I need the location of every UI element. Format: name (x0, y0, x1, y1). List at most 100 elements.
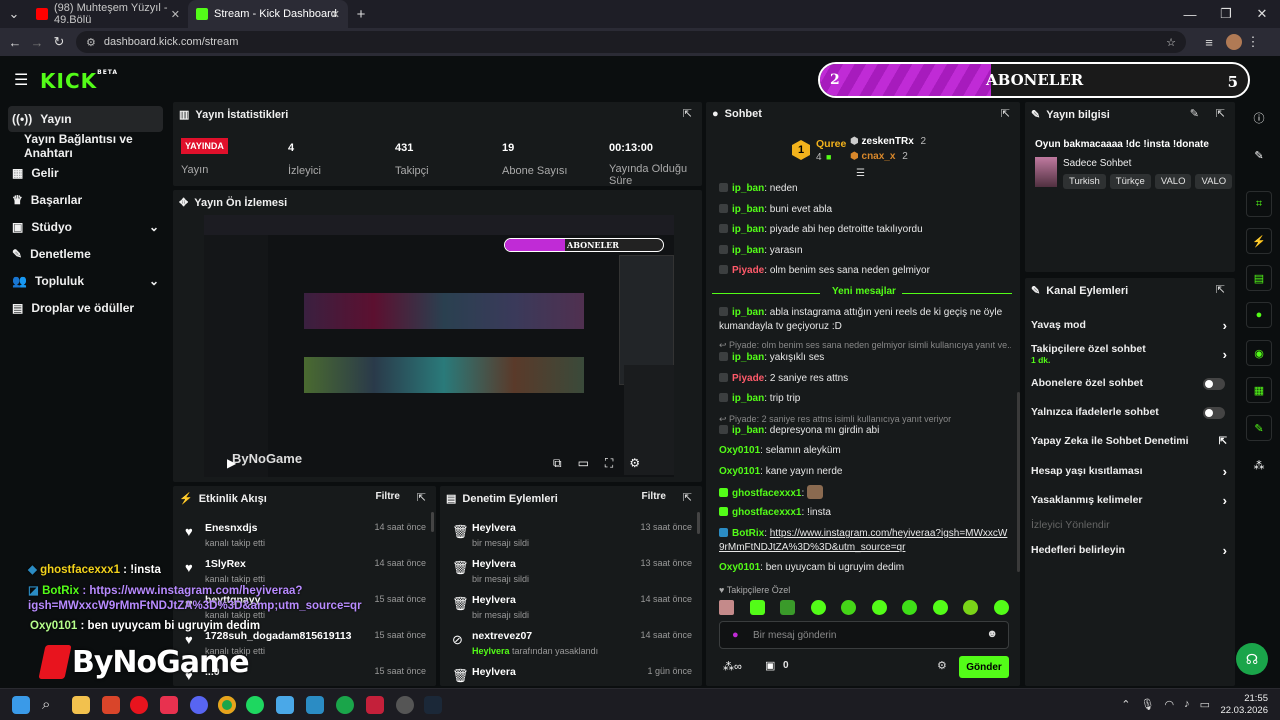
battery-icon[interactable]: ▭ (1200, 698, 1210, 711)
chat-user[interactable]: Oxy0101 (719, 445, 760, 456)
scrollbar[interactable] (697, 512, 700, 534)
emote-icon[interactable] (841, 600, 857, 615)
profile-avatar[interactable] (1226, 34, 1242, 50)
row-name[interactable]: Enesnxdjs (205, 522, 258, 534)
popout-icon[interactable]: ⇱ (683, 107, 692, 120)
tag[interactable]: VALO (1154, 174, 1192, 189)
steam-icon[interactable] (424, 696, 442, 714)
info-icon[interactable]: ⓘ (1246, 105, 1272, 131)
stream-video[interactable]: ABONELER ByNoGame (204, 215, 674, 477)
action-banned-words[interactable]: Yasaklanmış kelimeler › (1031, 493, 1227, 508)
clip-icon[interactable]: ⌗ (1246, 191, 1272, 217)
row-sub-user[interactable]: Heylvera (472, 646, 510, 656)
sidebar-item-stream[interactable]: ((•)) Yayın (8, 106, 163, 132)
lightning-icon[interactable]: ⚡ (1246, 228, 1272, 254)
chat-user[interactable]: ip_ban (732, 307, 764, 318)
broadcast-icon[interactable]: ◉ (1246, 340, 1272, 366)
action-goals[interactable]: Hedefleri belirleyin › (1031, 543, 1227, 558)
wifi-icon[interactable]: ◠ (1164, 698, 1174, 711)
emote-icon[interactable] (993, 600, 1009, 615)
fullscreen-icon[interactable]: ⛶ (605, 456, 613, 471)
category-name[interactable]: Sadece Sohbet (1063, 158, 1131, 169)
close-icon[interactable]: ✕ (171, 8, 180, 21)
chat-bubble-icon[interactable]: ● (1246, 302, 1272, 328)
reload-icon[interactable]: ↻ (48, 34, 70, 50)
app-icon[interactable] (336, 696, 354, 714)
tray-chevron-icon[interactable]: ⌃ (1121, 698, 1130, 711)
volume-icon[interactable]: ♪ (1184, 698, 1190, 711)
mic-icon[interactable]: 🎙 (1141, 698, 1155, 711)
edit-icon[interactable]: ✎ (1246, 142, 1272, 168)
sidebar-item-achievements[interactable]: ♛ Başarılar (8, 187, 163, 213)
chat-user[interactable]: BotRix (732, 528, 764, 539)
send-button[interactable]: Gönder (959, 656, 1009, 678)
chat-user[interactable]: ip_ban (732, 352, 764, 363)
maximize-icon[interactable]: ❐ (1208, 6, 1244, 22)
scrollbar[interactable] (431, 512, 434, 532)
leader-name[interactable]: zeskenTRx (862, 136, 914, 147)
media-icon[interactable]: ≡ (1198, 35, 1220, 50)
app-icon[interactable] (276, 696, 294, 714)
kick-logo[interactable]: KICKBETA (40, 69, 118, 93)
row-name[interactable]: Heylvera (472, 666, 516, 678)
tag[interactable]: Turkish (1063, 174, 1106, 189)
browser-menu-icon[interactable]: ⋮ (1242, 34, 1264, 50)
sidebar-item-revenue[interactable]: ▦ Gelir (8, 160, 163, 186)
window-close-icon[interactable]: ✕ (1244, 6, 1280, 22)
emoji-icon[interactable]: ☻ (986, 628, 998, 640)
leader-name[interactable]: cnax_x (862, 151, 896, 162)
wrench-icon[interactable]: ✎ (1246, 415, 1272, 441)
popout-icon[interactable]: ⇱ (1216, 107, 1225, 120)
emote-icon[interactable] (749, 600, 765, 615)
app-icon[interactable] (102, 696, 120, 714)
mic-icon[interactable]: ● (732, 629, 739, 641)
popout-icon[interactable]: ⇱ (417, 491, 426, 504)
chat-user[interactable]: Piyade (732, 265, 764, 276)
emote-icon[interactable] (719, 600, 734, 615)
close-icon[interactable]: ✕ (331, 8, 340, 21)
gift-box-icon[interactable]: ▣ (765, 659, 775, 672)
notes-icon[interactable]: ▤ (1246, 265, 1272, 291)
app-icon[interactable] (306, 696, 324, 714)
new-tab-button[interactable]: + (348, 6, 374, 23)
settings-gear-icon[interactable]: ⚙ (629, 456, 640, 471)
chat-user[interactable]: ip_ban (732, 245, 764, 256)
action-ai-moderation[interactable]: Yapay Zeka ile Sohbet Denetimi ⇱ (1031, 435, 1227, 447)
chat-user[interactable]: ghostfacexxx1 (732, 507, 801, 518)
filter-button[interactable]: Filtre (376, 491, 400, 502)
row-name[interactable]: nextrevez07 (472, 630, 532, 642)
clock[interactable]: 21:55 22.03.2026 (1220, 693, 1268, 717)
pip-icon[interactable]: ⧉ (553, 456, 562, 471)
row-name[interactable]: Heylvera (472, 522, 516, 534)
spotify-icon[interactable] (246, 696, 264, 714)
app-icon[interactable] (366, 696, 384, 714)
chat-settings-icon[interactable]: ⚙ (937, 659, 947, 672)
chat-user[interactable]: ip_ban (732, 183, 764, 194)
action-slow-mode[interactable]: Yavaş mod › (1031, 318, 1227, 333)
emote-only-toggle[interactable] (1203, 407, 1225, 419)
chat-user[interactable]: ghostfacexxx1 (732, 488, 801, 499)
play-icon[interactable]: ▶ (227, 456, 236, 470)
url-field[interactable]: ⚙ dashboard.kick.com/stream ☆ (76, 31, 1186, 53)
tag[interactable]: VALO (1195, 174, 1233, 189)
sidebar-item-community[interactable]: 👥 Topluluk ⌄ (8, 268, 163, 294)
back-icon[interactable]: ← (4, 35, 26, 50)
emote-icon[interactable] (902, 600, 918, 615)
forward-icon[interactable]: → (26, 35, 48, 50)
sidebar-item-moderation[interactable]: ✎ Denetleme (8, 241, 163, 267)
sub-only-toggle[interactable] (1203, 378, 1225, 390)
sidebar-item-drops[interactable]: ▤ Droplar ve ödüller (8, 295, 163, 321)
popout-icon[interactable]: ⇱ (683, 491, 692, 504)
row-name[interactable]: Heylvera (472, 558, 516, 570)
chat-user[interactable]: ip_ban (732, 393, 764, 404)
chat-user[interactable]: Oxy0101 (719, 562, 760, 573)
channel-points-icon[interactable]: ⁂∞ (723, 660, 742, 673)
opera-icon[interactable] (130, 696, 148, 714)
bookmark-star-icon[interactable]: ☆ (1166, 36, 1176, 49)
emote-icon[interactable] (810, 600, 826, 615)
tab-kick-dashboard[interactable]: Stream - Kick Dashboard ✕ (188, 0, 348, 28)
community-icon[interactable]: ⁂ (1246, 452, 1272, 478)
app-icon[interactable] (396, 696, 414, 714)
emote-icon[interactable] (963, 600, 979, 615)
minimize-icon[interactable]: — (1172, 7, 1208, 22)
